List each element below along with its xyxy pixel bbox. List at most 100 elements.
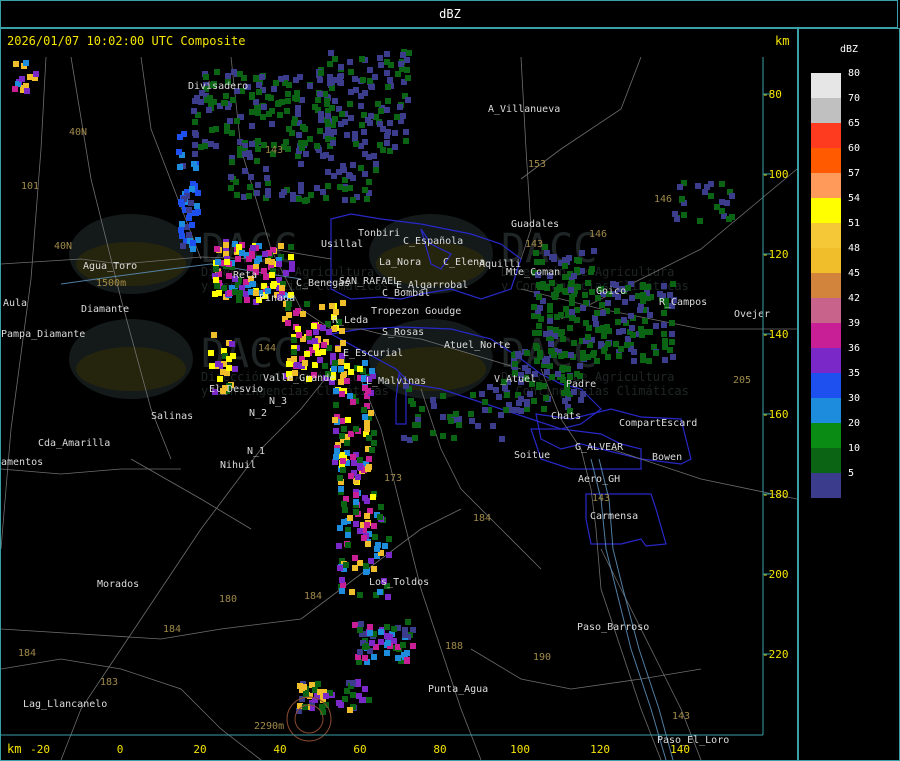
legend-swatch [811,448,841,473]
reflectivity-pixel [198,99,204,105]
reflectivity-pixel [366,697,372,703]
reflectivity-pixel [653,323,659,329]
reflectivity-pixel [338,64,344,70]
place-label: Mte_Coman [506,267,560,278]
reflectivity-pixel [490,423,496,429]
reflectivity-pixel [392,130,398,136]
place-label: SAN_RAFAEL [339,276,399,287]
reflectivity-pixel [622,299,628,305]
reflectivity-pixel [234,192,240,198]
legend-label: 80 [848,68,861,79]
reflectivity-pixel [377,589,383,595]
reflectivity-pixel [524,401,530,407]
reflectivity-pixel [482,399,488,405]
radar-map[interactable]: DACCDirección de Agriculturay Contingenc… [1,29,797,760]
legend-label: 20 [848,418,861,429]
reflectivity-pixel [180,243,186,249]
reflectivity-pixel [337,565,343,571]
route-number: 40N [69,127,87,138]
reflectivity-pixel [384,633,390,639]
reflectivity-pixel [283,270,289,276]
reflectivity-pixel [294,362,300,368]
legend-swatch [811,348,841,373]
reflectivity-pixel [541,406,547,412]
reflectivity-pixel [325,113,331,119]
reflectivity-pixel [223,93,229,99]
reflectivity-pixel [237,71,243,77]
legend-swatch [811,248,841,273]
place-label: C_Española [403,236,463,247]
reflectivity-pixel [306,330,312,336]
place-label: Valle_Grande [263,373,335,384]
reflectivity-pixel [352,76,358,82]
place-label: Atuel_Norte [444,340,510,351]
reflectivity-pixel [669,320,675,326]
legend-swatch [811,148,841,173]
reflectivity-pixel [591,350,597,356]
reflectivity-pixel [232,366,238,372]
reflectivity-pixel [544,369,550,375]
reflectivity-pixel [325,183,331,189]
reflectivity-pixel [285,320,291,326]
x-tick-label: 20 [193,743,207,756]
place-label: Chats [551,411,581,422]
y-tick-label: -220 [762,648,789,661]
route-number: 144 [258,343,276,354]
legend-swatch [811,373,841,398]
place-label: Divisadero [188,81,248,92]
reflectivity-pixel [394,114,400,120]
reflectivity-pixel [568,352,574,358]
reflectivity-pixel [213,143,219,149]
reflectivity-pixel [302,360,308,366]
reflectivity-pixel [303,151,309,157]
map-panel[interactable]: DACCDirección de Agriculturay Contingenc… [0,28,798,761]
reflectivity-pixel [405,75,411,81]
reflectivity-pixel [253,75,259,81]
reflectivity-pixel [392,144,398,150]
reflectivity-pixel [192,151,198,157]
reflectivity-pixel [697,218,703,224]
reflectivity-pixel [330,353,336,359]
reflectivity-pixel [569,315,575,321]
x-tick-label: -20 [30,743,50,756]
reflectivity-pixel [405,619,411,625]
place-label: Paso_El_Loro [657,735,729,746]
reflectivity-pixel [255,110,261,116]
reflectivity-pixel [279,285,285,291]
reflectivity-pixel [350,399,356,405]
reflectivity-pixel [288,244,294,250]
reflectivity-pixel [555,371,561,377]
legend-label: 54 [848,193,861,204]
reflectivity-pixel [451,435,457,441]
reflectivity-pixel [315,97,321,103]
reflectivity-pixel [616,329,622,335]
reflectivity-pixel [292,95,298,101]
reflectivity-pixel [229,341,235,347]
reflectivity-pixel [559,329,565,335]
place-label: Punta_Agua [428,684,488,695]
place-label: Carmensa [590,511,638,522]
reflectivity-pixel [670,281,676,287]
reflectivity-pixel [518,396,524,402]
reflectivity-pixel [378,629,384,635]
reflectivity-pixel [249,123,255,129]
reflectivity-pixel [349,589,355,595]
reflectivity-pixel [585,280,591,286]
reflectivity-pixel [365,466,371,472]
reflectivity-pixel [547,318,553,324]
place-label: V_Atuel [494,374,536,385]
reflectivity-pixel [317,128,323,134]
reflectivity-pixel [256,256,262,262]
reflectivity-pixel [327,61,333,67]
reflectivity-pixel [569,309,575,315]
reflectivity-pixel [303,691,309,697]
reflectivity-pixel [359,122,365,128]
reflectivity-pixel [729,193,735,199]
reflectivity-pixel [214,69,220,75]
reflectivity-pixel [312,338,318,344]
reflectivity-pixel [255,146,261,152]
reflectivity-pixel [352,131,358,137]
reflectivity-pixel [549,254,555,260]
legend-label: 70 [848,93,861,104]
reflectivity-pixel [370,494,376,500]
